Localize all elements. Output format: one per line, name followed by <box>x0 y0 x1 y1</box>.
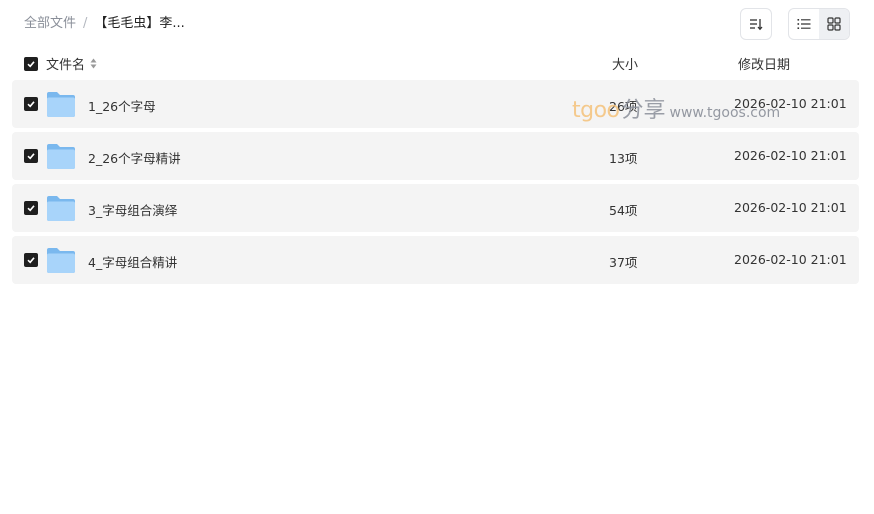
breadcrumb-root-link[interactable]: 全部文件 <box>24 14 76 34</box>
view-mode-toggle <box>788 8 850 40</box>
row-checkbox[interactable] <box>24 149 38 163</box>
file-list: 1_26个字母 26项 2026-02-10 21:01 2_26个字母精讲 1… <box>12 80 859 288</box>
breadcrumb: 全部文件 / 【毛毛虫】李... <box>24 14 185 34</box>
file-size: 13项 <box>609 151 638 166</box>
column-header-size: 大小 <box>612 58 639 73</box>
file-name[interactable]: 3_字母组合演绎 <box>88 200 177 219</box>
file-name[interactable]: 4_字母组合精讲 <box>88 252 177 271</box>
file-date: 2026-02-10 21:01 <box>734 96 847 111</box>
checkmark-icon <box>27 61 35 68</box>
table-row[interactable]: 1_26个字母 26项 2026-02-10 21:01 <box>12 80 859 128</box>
list-view-button[interactable] <box>789 9 819 39</box>
table-row[interactable]: 3_字母组合演绎 54项 2026-02-10 21:01 <box>12 184 859 232</box>
column-header-name[interactable]: 文件名 <box>46 54 97 73</box>
file-date: 2026-02-10 21:01 <box>734 252 847 267</box>
row-checkbox[interactable] <box>24 201 38 215</box>
column-header-name-label: 文件名 <box>46 58 86 73</box>
column-header-date: 修改日期 <box>738 58 791 73</box>
grid-view-button[interactable] <box>819 9 849 39</box>
folder-icon <box>47 92 75 117</box>
checkmark-icon <box>27 257 35 264</box>
file-size: 37项 <box>609 255 638 270</box>
folder-icon <box>47 144 75 169</box>
sort-arrows-icon <box>90 58 97 69</box>
file-date: 2026-02-10 21:01 <box>734 148 847 163</box>
sort-icon <box>750 19 763 31</box>
select-all-checkbox[interactable] <box>24 57 38 71</box>
grid-view-icon <box>827 17 841 31</box>
folder-icon <box>47 248 75 273</box>
table-header: 文件名 大小 修改日期 <box>12 52 859 76</box>
checkmark-icon <box>27 205 35 212</box>
folder-icon <box>47 196 75 221</box>
sort-button[interactable] <box>740 8 772 40</box>
file-name[interactable]: 1_26个字母 <box>88 96 156 115</box>
file-size: 54项 <box>609 203 638 218</box>
top-bar: 全部文件 / 【毛毛虫】李... <box>0 0 874 48</box>
file-date: 2026-02-10 21:01 <box>734 200 847 215</box>
checkmark-icon <box>27 153 35 160</box>
list-view-icon <box>797 19 811 29</box>
file-size: 26项 <box>609 99 638 114</box>
breadcrumb-current-folder: 【毛毛虫】李... <box>94 16 185 31</box>
row-checkbox[interactable] <box>24 253 38 267</box>
file-name[interactable]: 2_26个字母精讲 <box>88 148 181 167</box>
table-row[interactable]: 2_26个字母精讲 13项 2026-02-10 21:01 <box>12 132 859 180</box>
checkmark-icon <box>27 101 35 108</box>
table-row[interactable]: 4_字母组合精讲 37项 2026-02-10 21:01 <box>12 236 859 284</box>
breadcrumb-separator: / <box>83 16 88 31</box>
row-checkbox[interactable] <box>24 97 38 111</box>
